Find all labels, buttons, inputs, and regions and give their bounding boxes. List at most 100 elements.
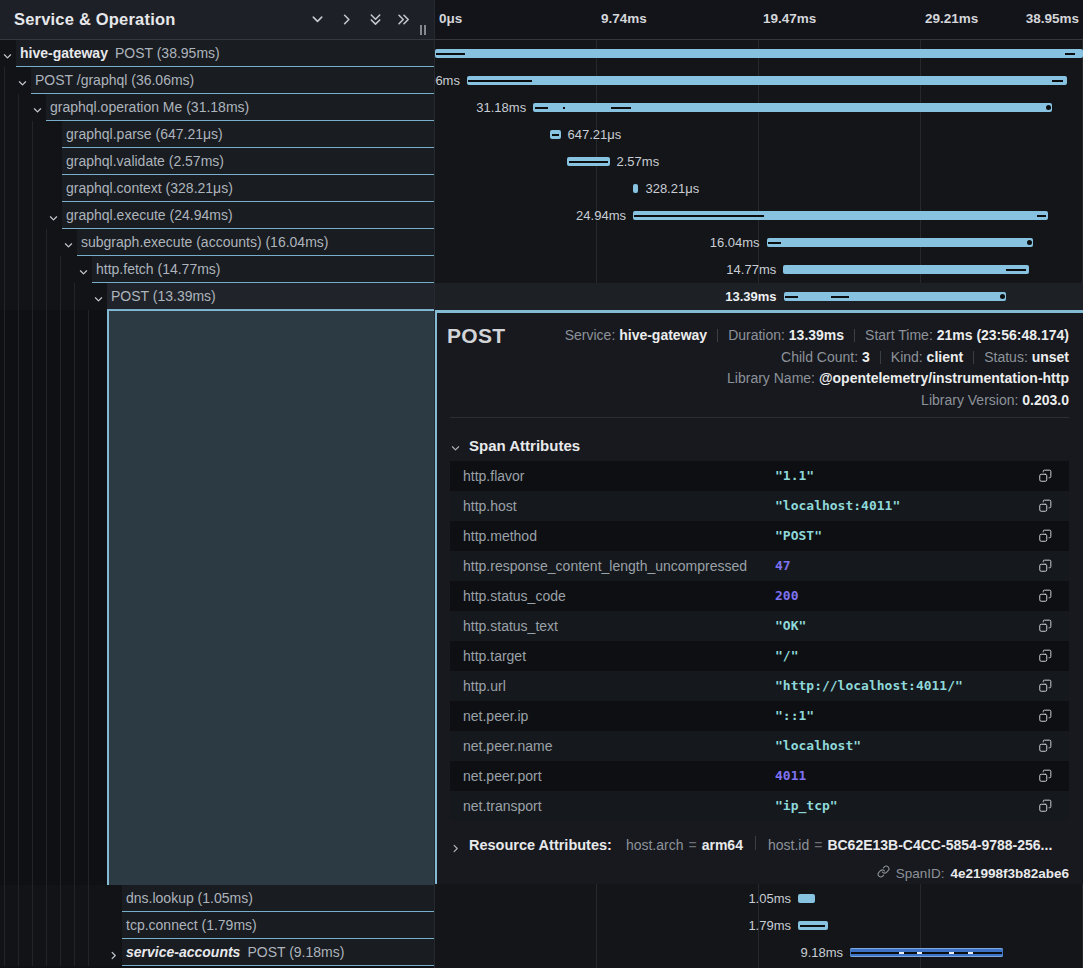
- chevron-down-icon[interactable]: [2, 48, 13, 59]
- chevron-down-icon[interactable]: [78, 264, 89, 275]
- tree-indent-guide: [4, 885, 5, 912]
- tree-row[interactable]: tcp.connect (1.79ms): [0, 912, 434, 939]
- tree-row[interactable]: graphql.validate (2.57ms): [0, 148, 434, 175]
- copy-icon[interactable]: [1038, 739, 1052, 753]
- tree-row[interactable]: http.fetch (14.77ms): [0, 256, 434, 283]
- span-name: graphql.parse (647.21μs): [66, 121, 223, 147]
- resource-value: BC62E13B-C4CC-5854-9788-256...: [827, 837, 1052, 853]
- chevron-down-icon[interactable]: [93, 291, 104, 302]
- span-bar[interactable]: [767, 238, 1034, 247]
- link-icon: [877, 864, 890, 882]
- copy-icon[interactable]: [1038, 559, 1052, 573]
- child-span-tick: [917, 952, 922, 954]
- chevron-down-icon[interactable]: [63, 237, 74, 248]
- service-name: service-accounts: [126, 944, 240, 960]
- attribute-value: "::1": [775, 701, 814, 731]
- tree-indent-guide: [46, 912, 47, 939]
- tree-indent-guide: [60, 310, 61, 885]
- child-span-tick: [968, 952, 973, 954]
- collapse-one-icon[interactable]: [310, 12, 325, 27]
- divider-line: [450, 417, 1069, 418]
- operation-name: POST (38.95ms): [115, 45, 220, 61]
- meta-value: 0.203.0: [1022, 392, 1069, 408]
- child-span-tick: [949, 952, 954, 954]
- span-bar[interactable]: [633, 184, 638, 193]
- panel-resize-grip[interactable]: [420, 25, 426, 35]
- tree-row[interactable]: POST (13.39ms): [0, 283, 434, 310]
- span-name: POST /graphql (36.06ms): [35, 67, 194, 93]
- copy-icon[interactable]: [1038, 709, 1052, 723]
- tree-row[interactable]: service-accountsPOST (9.18ms): [0, 939, 434, 966]
- span-bar[interactable]: [784, 292, 1007, 301]
- detail-meta-line: Library Version: 0.203.0: [565, 391, 1069, 413]
- child-span-mark: [1065, 53, 1075, 55]
- tree-indent-guide: [88, 939, 89, 966]
- attribute-key: http.status_code: [463, 581, 566, 611]
- span-bar[interactable]: [435, 49, 1083, 58]
- tree-row[interactable]: graphql.parse (647.21μs): [0, 121, 434, 148]
- resource-attributes-header[interactable]: Resource Attributes: host.arch=arm64host…: [450, 836, 1052, 854]
- chevron-right-icon[interactable]: [108, 947, 119, 958]
- chevron-down-icon[interactable]: [48, 210, 59, 221]
- span-detail-panel: POST Service: hive-gatewayDuration: 13.3…: [435, 310, 1083, 884]
- tree-indent-guide: [4, 175, 5, 202]
- tree-row[interactable]: subgraph.execute (accounts) (16.04ms): [0, 229, 434, 256]
- copy-icon[interactable]: [1038, 619, 1052, 633]
- expand-one-icon[interactable]: [339, 12, 354, 27]
- tree-indent-guide: [88, 912, 89, 939]
- copy-icon[interactable]: [1038, 529, 1052, 543]
- child-span-mark: [563, 107, 565, 109]
- resource-value: arm64: [702, 837, 743, 853]
- chevron-down-icon[interactable]: [17, 75, 28, 86]
- chevron-down-icon[interactable]: [32, 102, 43, 113]
- span-duration-label: 1.79ms: [748, 912, 791, 939]
- span-name: dns.lookup (1.05ms): [126, 885, 253, 911]
- tree-indent-guide: [32, 121, 33, 148]
- span-duration-label: 2.57ms: [617, 148, 660, 175]
- attribute-key: net.peer.name: [463, 731, 553, 761]
- span-name: POST (13.39ms): [111, 283, 216, 309]
- tree-row[interactable]: graphql.execute (24.94ms): [0, 202, 434, 229]
- tree-indent-guide: [4, 283, 5, 310]
- tree-row[interactable]: graphql.context (328.21μs): [0, 175, 434, 202]
- tree-indent-guide: [4, 912, 5, 939]
- service-name: hive-gateway: [20, 45, 108, 61]
- tree-indent-guide: [18, 121, 19, 148]
- separator: [755, 836, 756, 850]
- copy-icon[interactable]: [1038, 469, 1052, 483]
- expand-all-icon[interactable]: [396, 12, 411, 27]
- attribute-row: http.target"/": [450, 641, 1069, 671]
- child-span-mark: [535, 107, 548, 109]
- copy-icon[interactable]: [1038, 649, 1052, 663]
- detail-meta-line: Service: hive-gatewayDuration: 13.39msSt…: [565, 326, 1069, 348]
- tree-indent-guide: [46, 256, 47, 283]
- tree-row[interactable]: graphql.operation Me (31.18ms): [0, 94, 434, 121]
- span-attributes-header[interactable]: Span Attributes: [450, 437, 580, 454]
- tree-row[interactable]: POST /graphql (36.06ms): [0, 67, 434, 94]
- tree-row[interactable]: dns.lookup (1.05ms): [0, 885, 434, 912]
- meta-value: 21ms (23:56:48.174): [937, 327, 1069, 343]
- tree-indent-guide: [18, 885, 19, 912]
- span-bar[interactable]: [783, 265, 1029, 274]
- span-bar[interactable]: [467, 76, 1067, 85]
- attribute-row: net.peer.ip"::1": [450, 701, 1069, 731]
- collapse-all-icon[interactable]: [368, 12, 383, 27]
- copy-icon[interactable]: [1038, 679, 1052, 693]
- equals-sign: =: [688, 837, 696, 853]
- span-bar[interactable]: [798, 894, 815, 903]
- tree-row[interactable]: hive-gateway POST (38.95ms): [0, 40, 434, 67]
- attribute-row: net.peer.name"localhost": [450, 731, 1069, 761]
- copy-icon[interactable]: [1038, 589, 1052, 603]
- span-name: graphql.validate (2.57ms): [66, 148, 224, 174]
- copy-icon[interactable]: [1038, 499, 1052, 513]
- tree-indent-guide: [46, 885, 47, 912]
- equals-sign: =: [814, 837, 822, 853]
- attribute-value: "OK": [775, 611, 806, 641]
- separator: [880, 351, 881, 364]
- separator: [717, 329, 718, 342]
- attribute-key: http.host: [463, 491, 517, 521]
- copy-icon[interactable]: [1038, 799, 1052, 813]
- attribute-key: http.status_text: [463, 611, 558, 641]
- attribute-value: "POST": [775, 521, 822, 551]
- copy-icon[interactable]: [1038, 769, 1052, 783]
